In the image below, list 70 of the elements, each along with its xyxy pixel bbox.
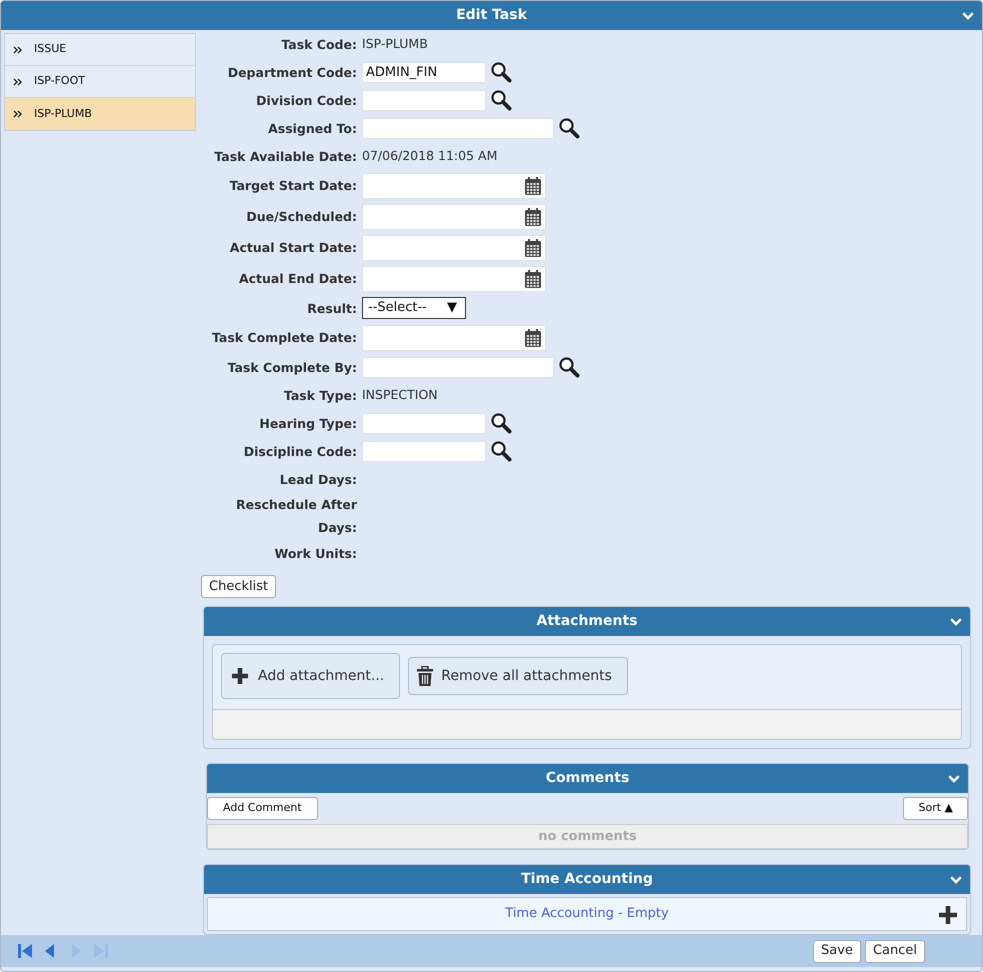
field-label: Reschedule After Days: xyxy=(234,496,357,537)
field-label: Department Code: xyxy=(226,64,357,82)
field-label: Due/Scheduled: xyxy=(245,208,357,226)
sidebar-item[interactable]: ISP-PLUMB xyxy=(5,98,195,130)
calendar-icon[interactable] xyxy=(524,176,542,196)
calendar-icon[interactable] xyxy=(524,268,542,288)
result-dropdown[interactable]: --Select-- ▼ xyxy=(362,297,466,319)
collapse-icon[interactable] xyxy=(948,774,960,784)
date-input[interactable] xyxy=(362,172,546,198)
panel-title: Time Accounting xyxy=(521,870,653,889)
sort-button[interactable]: Sort ▲ xyxy=(903,797,968,820)
add-attachment-button[interactable]: Add attachment... xyxy=(221,653,400,699)
panel-title: Comments xyxy=(546,769,630,788)
chevron-icon xyxy=(13,110,22,118)
collapse-icon[interactable] xyxy=(962,10,974,20)
field-label: Task Code: xyxy=(280,36,357,54)
collapse-icon[interactable] xyxy=(950,874,962,884)
search-icon[interactable] xyxy=(490,89,512,111)
text-input[interactable] xyxy=(362,412,486,434)
search-icon[interactable] xyxy=(490,61,512,83)
date-input[interactable] xyxy=(362,266,546,292)
add-icon[interactable] xyxy=(938,905,958,925)
field-label: Division Code: xyxy=(255,92,357,110)
field-value: ISP-PLUMB xyxy=(362,34,428,53)
chevron-icon xyxy=(13,78,22,86)
calendar-icon[interactable] xyxy=(524,328,542,348)
text-input[interactable] xyxy=(362,356,554,378)
field-label: Task Available Date: xyxy=(213,148,357,166)
panel-title: Attachments xyxy=(536,612,638,631)
field-label: Work Units: xyxy=(273,544,357,562)
field-label: Task Complete By: xyxy=(226,358,357,377)
field-label: Discipline Code: xyxy=(242,442,357,461)
collapse-icon[interactable] xyxy=(950,616,962,626)
save-button[interactable]: Save xyxy=(813,940,861,962)
trash-icon xyxy=(417,666,434,686)
search-icon[interactable] xyxy=(558,117,580,139)
dialog-title: Edit Task xyxy=(456,6,527,25)
date-input[interactable] xyxy=(362,234,546,260)
date-input[interactable] xyxy=(362,204,546,230)
text-input[interactable]: ADMIN_FIN xyxy=(362,62,486,82)
date-input[interactable] xyxy=(362,324,546,350)
plus-icon xyxy=(230,666,250,686)
text-input[interactable] xyxy=(362,90,486,110)
search-icon[interactable] xyxy=(490,412,512,434)
calendar-icon[interactable] xyxy=(524,206,542,226)
field-label: Assigned To: xyxy=(267,120,357,138)
text-input[interactable] xyxy=(362,440,486,462)
field-label: Result: xyxy=(306,300,357,318)
field-label: Target Start Date: xyxy=(228,177,357,195)
text-input[interactable] xyxy=(362,118,554,138)
search-icon[interactable] xyxy=(490,440,512,462)
sidebar-item[interactable]: ISSUE xyxy=(5,34,195,66)
field-value: 07/06/2018 11:05 AM xyxy=(362,146,498,165)
calendar-icon[interactable] xyxy=(524,238,542,258)
search-icon[interactable] xyxy=(558,356,580,378)
chevron-icon xyxy=(13,46,22,54)
sidebar-item[interactable]: ISP-FOOT xyxy=(5,66,195,98)
remove-attachments-button[interactable]: Remove all attachments xyxy=(408,657,628,695)
empty-message: no comments xyxy=(207,824,968,849)
cancel-button[interactable]: Cancel xyxy=(864,940,925,962)
field-label: Actual Start Date: xyxy=(228,239,357,257)
field-label: Task Complete Date: xyxy=(210,329,357,347)
add-comment-button[interactable]: Add Comment xyxy=(207,797,318,820)
empty-link[interactable]: Time Accounting - Empty xyxy=(505,904,669,924)
field-label: Actual End Date: xyxy=(238,270,357,288)
field-label: Task Type: xyxy=(282,386,357,405)
field-label: Lead Days: xyxy=(278,470,357,489)
checklist-button[interactable]: Checklist xyxy=(201,575,276,598)
field-label: Hearing Type: xyxy=(258,414,357,433)
field-value: INSPECTION xyxy=(362,386,438,404)
